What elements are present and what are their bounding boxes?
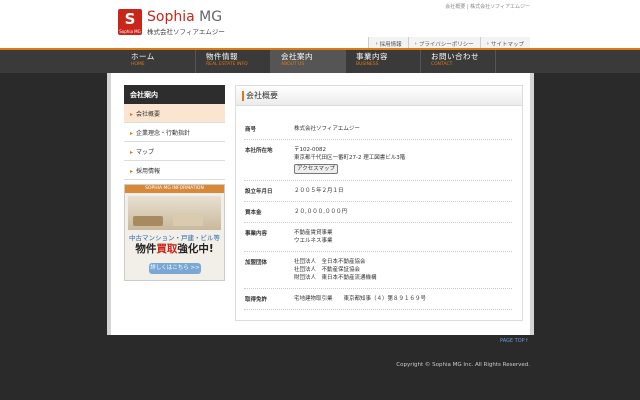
banner-details-button[interactable]: 詳しくはこちら >> [149, 263, 201, 274]
arrow-icon: ▸ [130, 168, 134, 175]
table-row: 商号 株式会社ソフィアエムジー [244, 119, 512, 140]
nav-real-estate[interactable]: 物件情報 REAL ESTATE INFO [196, 50, 271, 73]
sidebar-title: 会社案内 [124, 85, 225, 104]
arrow-icon: ▸ [130, 130, 134, 137]
nav-about[interactable]: 会社案内 ABOUT US [271, 50, 346, 73]
arrow-icon: › [486, 40, 489, 47]
arrow-icon: › [375, 40, 378, 47]
sub-nav: › 採用情報 › プライバシーポリシー › サイトマップ [368, 37, 530, 48]
room-image [128, 196, 221, 230]
table-row: 本社所在地 〒102-0082 東京都千代田区一番町27-2 理工図書ビル3階 アクセ… [244, 140, 512, 181]
table-row: 設立年月日 ２００５年２月１日 [244, 181, 512, 202]
access-map-button[interactable]: アクセスマップ [294, 164, 339, 174]
header: 会社概要 | 株式会社ソフィアエムジー S Sophia MG Sophia M… [0, 0, 640, 48]
table-row: 資本金 ２０,０００,０００円 [244, 202, 512, 223]
sidebar-item-philosophy[interactable]: ▸ 企業理念・行動指針 [124, 123, 225, 142]
logo-mark-icon: S Sophia MG [118, 9, 142, 35]
info-banner[interactable]: SOPHIA MG INFORMATION 中古マンション・戸建・ビル等 物件買… [124, 184, 225, 281]
page-title: 会社概要 [236, 86, 522, 106]
nav-business[interactable]: 事業内容 BUSINESS [346, 50, 421, 73]
banner-line2: 物件買取強化中! [135, 243, 214, 255]
logo-company: 株式会社ソフィアエムジー [147, 28, 225, 36]
nav-home[interactable]: ホーム HOME [121, 50, 196, 73]
copyright: Copyright © Sophia MG Inc. All Rights Re… [396, 362, 530, 368]
arrow-icon: ▸ [130, 111, 134, 118]
main-nav: ホーム HOME 物件情報 REAL ESTATE INFO 会社案内 ABOUT U… [0, 48, 640, 73]
table-row: 取得免許 宅地建物取引業 東京都知事（４）第８９１６９号 [244, 289, 512, 310]
arrow-icon: ▸ [130, 149, 134, 156]
sidebar-item-map[interactable]: ▸ マップ [124, 142, 225, 161]
banner-head: SOPHIA MG INFORMATION [125, 185, 224, 193]
subnav-recruit[interactable]: › 採用情報 [368, 37, 408, 48]
sidebar: 会社案内 ▸ 会社概要 ▸ 企業理念・行動指針 ▸ マップ ▸ 採用情報 SOPHIA … [124, 85, 225, 281]
company-overview: 会社概要 商号 株式会社ソフィアエムジー 本社所在地 〒102-0082 東京都千代田… [235, 85, 523, 321]
content-area: 会社案内 ▸ 会社概要 ▸ 企業理念・行動指針 ▸ マップ ▸ 採用情報 SOPHIA … [107, 73, 534, 335]
logo-name: Sophia MG [147, 9, 223, 25]
table-row: 事業内容 不動産賃貸事業 ウエルネス事業 [244, 223, 512, 252]
table-row: 加盟団体 社団法人 全日本不動産協会 社団法人 不動産保証協会 財団法人 東日本不動産… [244, 252, 512, 289]
sidebar-item-recruit[interactable]: ▸ 採用情報 [124, 161, 225, 180]
company-table: 商号 株式会社ソフィアエムジー 本社所在地 〒102-0082 東京都千代田区一番町2… [244, 119, 512, 310]
arrow-icon: › [414, 40, 417, 47]
page-top-link[interactable]: PAGE TOP↑ [500, 338, 529, 344]
logo[interactable]: S Sophia MG Sophia MG 株式会社ソフィアエムジー [118, 9, 225, 36]
nav-contact[interactable]: お問い合わせ CONTACT [421, 50, 496, 73]
top-links[interactable]: 会社概要 | 株式会社ソフィアエムジー [445, 3, 530, 10]
footer: Copyright © Sophia MG Inc. All Rights Re… [0, 356, 640, 400]
subnav-privacy[interactable]: › プライバシーポリシー [407, 37, 480, 48]
sidebar-item-overview[interactable]: ▸ 会社概要 [124, 104, 225, 123]
subnav-sitemap[interactable]: › サイトマップ [479, 37, 530, 48]
